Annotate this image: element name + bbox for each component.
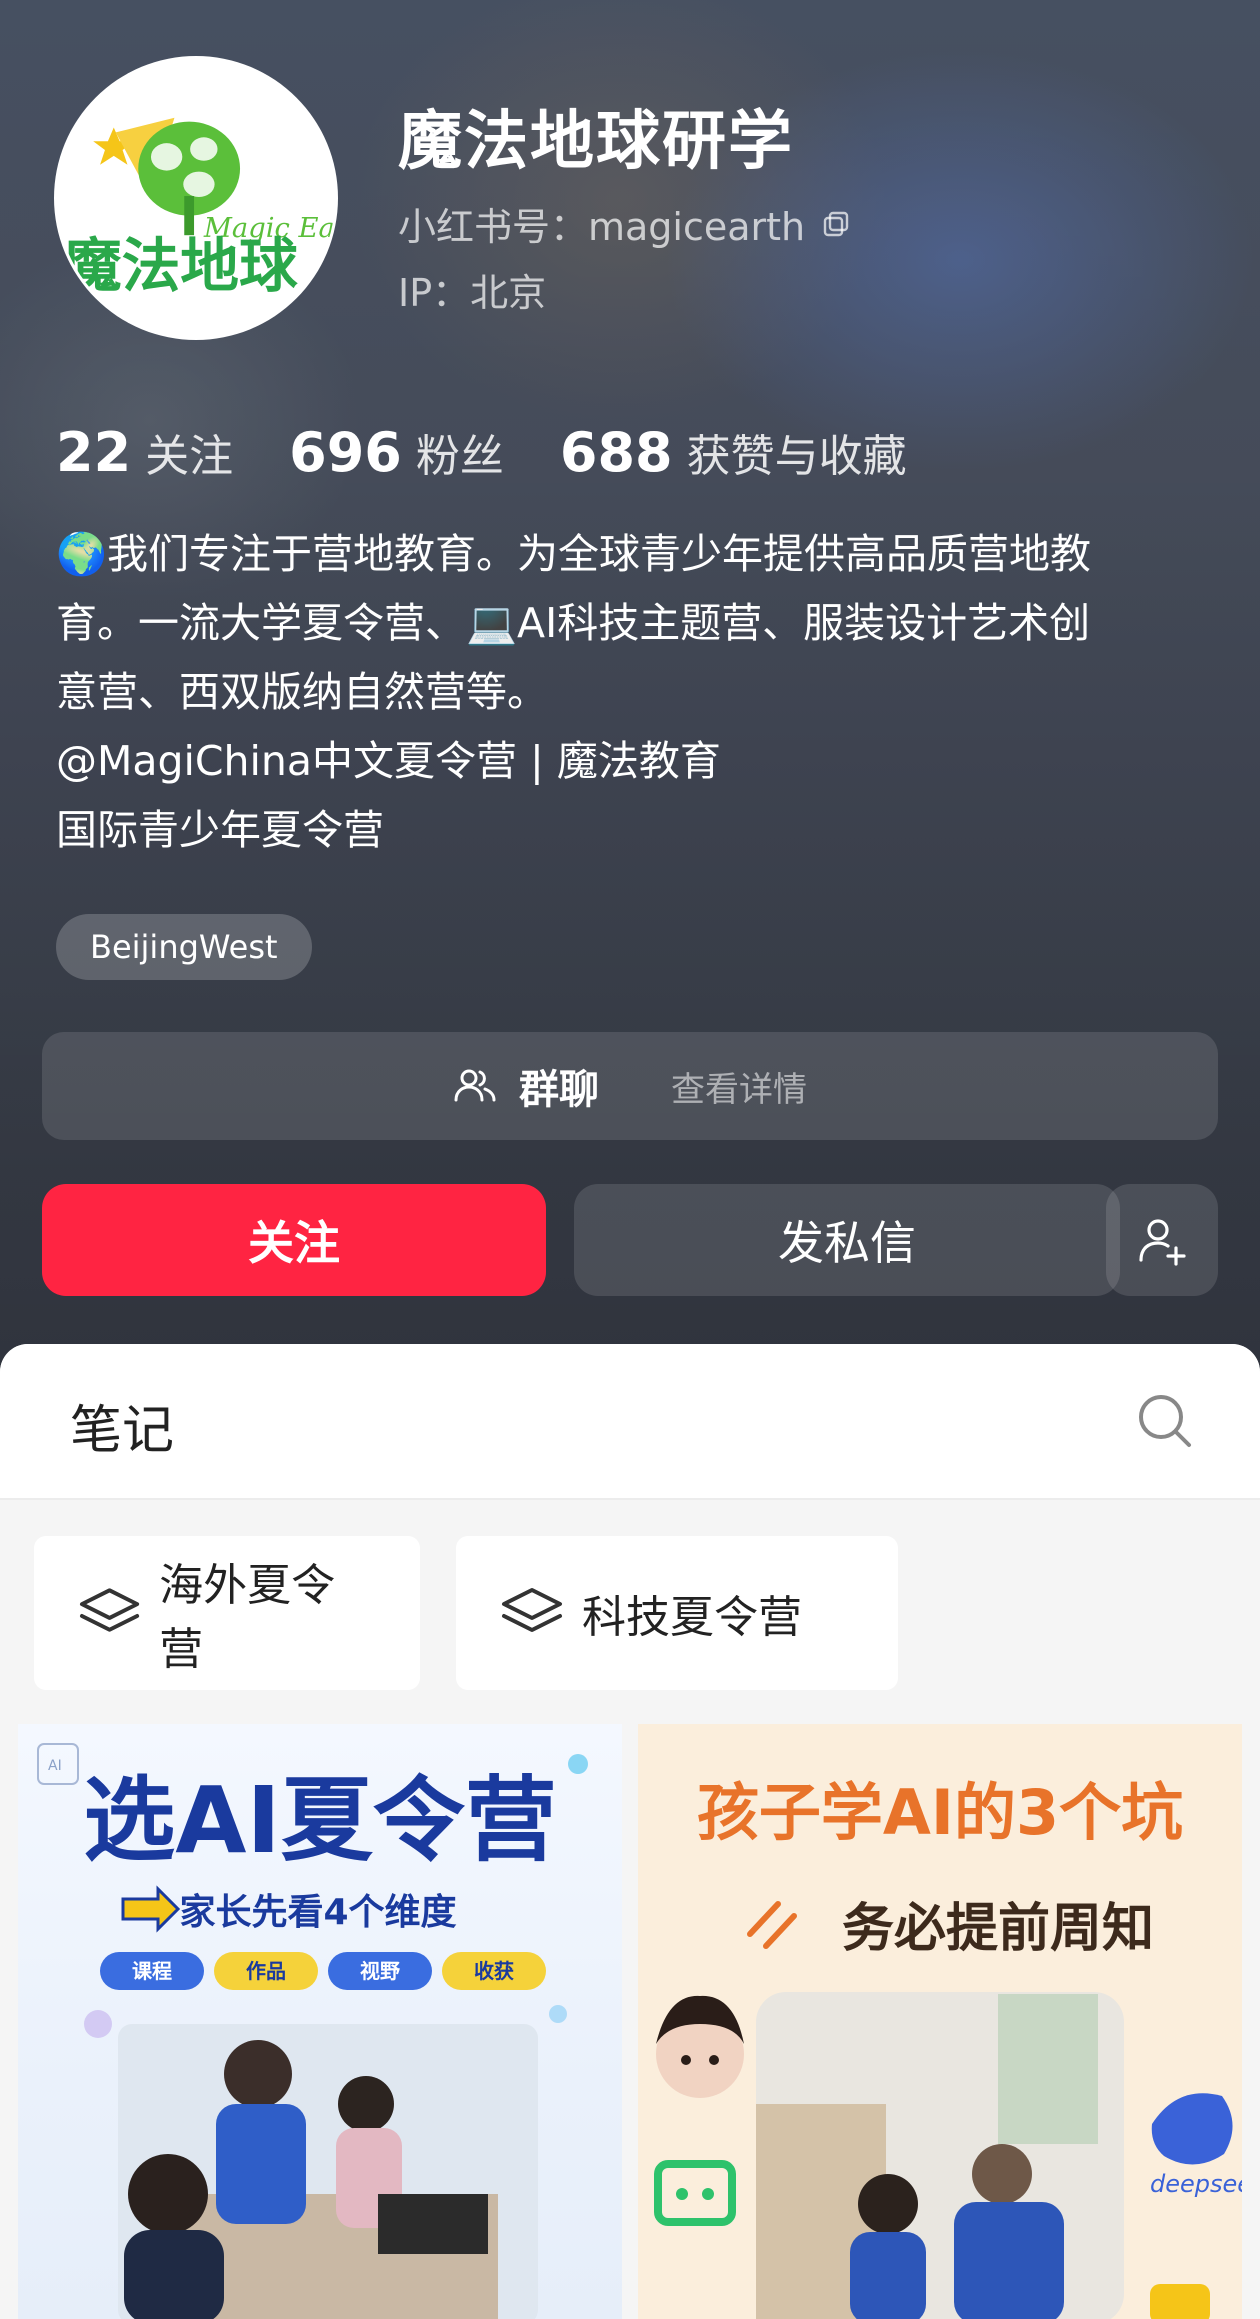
note-card[interactable]: 孩子学AI的3个坑 务必提前周知 deepseek	[638, 1724, 1242, 2319]
note-cover-image: 孩子学AI的3个坑 务必提前周知 deepseek	[654, 1776, 1242, 2319]
avatar[interactable]: Magic Earth 魔法地球	[54, 56, 338, 340]
stat-number: 22	[56, 421, 132, 484]
add-friend-button[interactable]	[1106, 1184, 1218, 1296]
layers-icon	[502, 1588, 562, 1632]
notes-header: 笔记	[0, 1344, 1260, 1500]
bio-mention-link[interactable]: @MagiChina中文夏令营 | 魔法教育	[56, 727, 1206, 796]
profile-name: 魔法地球研学	[398, 105, 794, 179]
note-subtitle: 家长先看4个维度	[179, 1892, 456, 1933]
stat-number: 696	[289, 421, 402, 484]
group-chat-bar[interactable]: 群聊 查看详情	[42, 1032, 1218, 1140]
bio-line: 意营、西双版纳自然营等。	[56, 668, 548, 716]
message-button[interactable]: 发私信	[574, 1184, 1120, 1296]
stat-likes[interactable]: 688 获赞与收藏	[560, 420, 907, 484]
notes-panel: 笔记 海外夏令营 科技夏令营 AI 选AI夏令营 家长先看4个维度 课程 作品 …	[0, 1344, 1260, 2319]
group-chat-title: 群聊	[519, 1067, 599, 1113]
location-tag[interactable]: BeijingWest	[56, 914, 312, 980]
bio-line: 育。一流大学夏令营、💻AI科技主题营、服装设计艺术创	[56, 599, 1091, 647]
profile-header: Magic Earth 魔法地球 魔法地球研学 小红书号：magicearth …	[0, 0, 1260, 1380]
stat-following[interactable]: 22 关注	[56, 420, 233, 484]
profile-ip: IP：北京	[398, 271, 547, 315]
search-icon[interactable]	[1136, 1392, 1194, 1450]
note-card[interactable]: AI 选AI夏令营 家长先看4个维度 课程 作品 视野 收获	[18, 1724, 622, 2319]
stat-number: 688	[559, 421, 673, 484]
stat-followers[interactable]: 696 粉丝	[289, 420, 504, 484]
stat-label: 粉丝	[415, 431, 504, 482]
copy-icon[interactable]	[821, 209, 851, 239]
note-pill: 收获	[474, 1959, 514, 1983]
profile-id: 小红书号：magicearth	[398, 196, 851, 251]
note-pill: 作品	[246, 1959, 286, 1983]
category-label: 海外夏令营	[159, 1560, 336, 1675]
note-headline: 选AI夏令营	[83, 1767, 556, 1874]
note-brand: deepseek	[1150, 2170, 1242, 2198]
svg-text:AI: AI	[48, 1758, 62, 1774]
add-user-icon	[1139, 1219, 1186, 1266]
profile-id-text: 小红书号：magicearth	[398, 205, 806, 249]
action-buttons: 关注 发私信	[42, 1184, 1218, 1296]
note-subtitle: 务必提前周知	[842, 1899, 1154, 1959]
stat-label: 关注	[145, 431, 234, 482]
bio-line: 国际青少年夏令营	[56, 806, 384, 854]
magic-earth-logo: Magic Earth 魔法地球	[57, 59, 335, 337]
stat-label: 获赞与收藏	[686, 431, 907, 482]
bio-line: 🌍我们专注于营地教育。为全球青少年提供高品质营地教	[56, 530, 1092, 578]
group-chat-detail: 查看详情	[671, 1069, 807, 1110]
tab-notes[interactable]: 笔记	[70, 1388, 174, 1463]
group-icon	[454, 1069, 496, 1102]
category-row: 海外夏令营 科技夏令营	[34, 1536, 898, 1690]
bio: 🌍我们专注于营地教育。为全球青少年提供高品质营地教 育。一流大学夏令营、💻AI科…	[56, 520, 1206, 865]
svg-text:魔法地球: 魔法地球	[63, 231, 298, 300]
note-pill: 课程	[132, 1959, 172, 1983]
category-tech-camp[interactable]: 科技夏令营	[456, 1536, 898, 1690]
category-overseas-camp[interactable]: 海外夏令营	[34, 1536, 420, 1690]
note-pill: 视野	[360, 1959, 400, 1983]
stats-row: 22 关注 696 粉丝 688 获赞与收藏	[56, 420, 963, 484]
note-headline: 孩子学AI的3个坑	[697, 1776, 1183, 1849]
note-cover-image: AI 选AI夏令营 家长先看4个维度 课程 作品 视野 收获	[37, 1743, 588, 2319]
category-label: 科技夏令营	[582, 1592, 802, 1643]
follow-button[interactable]: 关注	[42, 1184, 546, 1296]
layers-icon	[79, 1588, 140, 1632]
